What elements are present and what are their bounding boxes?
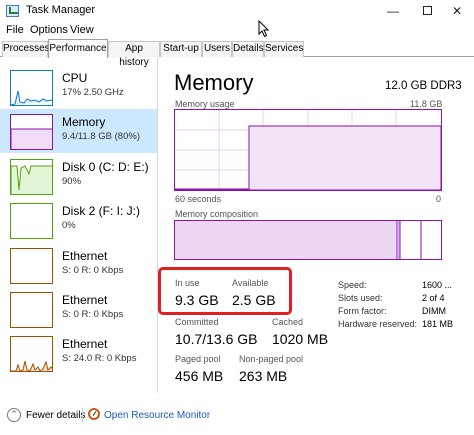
tab-users[interactable]: Users — [202, 41, 232, 57]
disk2-mini-graph — [10, 203, 53, 239]
tab-processes[interactable]: Processes — [2, 41, 50, 57]
memory-composition-label: Memory composition — [175, 209, 259, 219]
resource-sidebar: CPU 17% 2.50 GHz Memory 9.4/11.8 GB (80%… — [0, 58, 158, 393]
cached-label: Cached — [272, 317, 304, 327]
sidebar-item-memory[interactable]: Memory 9.4/11.8 GB (80%) — [0, 109, 157, 153]
sidebar-item-sub: S: 0 R: 0 Kbps — [62, 265, 124, 276]
tab-start-up[interactable]: Start-up — [160, 41, 202, 57]
memory-usage-label: Memory usage — [175, 99, 235, 109]
sidebar-item-sub: 9.4/11.8 GB (80%) — [62, 131, 140, 142]
committed-label: Committed — [175, 317, 219, 327]
non-paged-pool-label: Non-paged pool — [239, 354, 304, 364]
highlight-box — [158, 267, 292, 315]
task-manager-icon — [6, 5, 19, 17]
sidebar-item-label: CPU — [62, 71, 88, 85]
footer-divider — [82, 408, 83, 422]
time-axis-start: 60 seconds — [175, 194, 222, 204]
sidebar-item-label: Memory — [62, 115, 106, 129]
hardware-reserved-label: Hardware reserved: — [338, 319, 418, 329]
disk0-mini-graph — [10, 159, 53, 195]
menu-view[interactable]: View — [70, 24, 94, 36]
speed-label: Speed: — [338, 280, 367, 290]
memory-usage-max: 11.8 GB — [410, 99, 443, 109]
menu-options[interactable]: Options — [30, 24, 68, 36]
memory-composition-bar — [174, 220, 442, 260]
cpu-mini-graph — [10, 70, 53, 106]
menu-bar: File Options View — [0, 22, 474, 39]
page-title: Memory — [174, 70, 254, 95]
form-factor-label: Form factor: — [338, 306, 387, 316]
non-paged-pool-value: 263 MB — [239, 368, 288, 384]
slots-used-value: 2 of 4 — [422, 293, 445, 303]
sidebar-item-ethernet-1[interactable]: Ethernet S: 0 R: 0 Kbps — [0, 243, 157, 287]
ethernet3-mini-graph — [10, 336, 53, 372]
open-resource-monitor-link[interactable]: Open Resource Monitor — [104, 410, 210, 421]
maximize-icon — [422, 6, 432, 16]
memory-usage-graph — [174, 109, 442, 191]
memory-spec: 12.0 GB DDR3 — [385, 80, 462, 92]
speed-value: 1600 ... — [422, 280, 453, 290]
committed-value: 10.7/13.6 GB — [175, 331, 258, 347]
paged-pool-label: Paged pool — [175, 354, 221, 364]
memory-usage-chart — [175, 110, 441, 190]
paged-pool-value: 456 MB — [175, 368, 224, 384]
ethernet1-mini-graph — [10, 248, 53, 284]
sidebar-item-cpu[interactable]: CPU 17% 2.50 GHz — [0, 65, 157, 109]
sidebar-item-disk0[interactable]: Disk 0 (C: D: E:) 90% — [0, 154, 157, 198]
time-axis-end: 0 — [436, 194, 442, 204]
sidebar-item-sub: 90% — [62, 176, 82, 187]
tab-app-history[interactable]: App history — [108, 41, 160, 68]
sidebar-item-sub: 17% 2.50 GHz — [62, 87, 124, 98]
sidebar-item-label: Disk 0 (C: D: E:) — [62, 160, 149, 174]
sidebar-item-label: Ethernet — [62, 337, 108, 351]
memory-usage-area — [175, 125, 441, 190]
sidebar-item-label: Disk 2 (F: I: J:) — [62, 204, 140, 218]
tab-details[interactable]: Details — [232, 41, 264, 57]
sidebar-item-sub: 0% — [62, 220, 76, 231]
close-button[interactable]: ✕ — [440, 0, 474, 22]
slots-used-label: Slots used: — [338, 293, 383, 303]
footer: ⌃ Fewer details Open Resource Monitor — [0, 400, 474, 435]
window-title: Task Manager — [26, 4, 96, 16]
sidebar-item-sub: S: 0 R: 0 Kbps — [62, 309, 124, 320]
sidebar-item-ethernet-3[interactable]: Ethernet S: 24.0 R: 0 Kbps — [0, 331, 157, 375]
minimize-button[interactable]: — — [376, 0, 410, 22]
cached-value: 1020 MB — [272, 331, 329, 347]
ethernet2-mini-graph — [10, 292, 53, 328]
tab-strip: Processes Performance App history Start-… — [0, 39, 474, 68]
fewer-details-button[interactable]: Fewer details — [26, 410, 85, 421]
chevron-up-icon[interactable]: ⌃ — [7, 408, 21, 422]
sidebar-item-sub: S: 24.0 R: 0 Kbps — [62, 353, 137, 364]
hardware-reserved-value: 181 MB — [422, 319, 454, 329]
form-factor-value: DIMM — [422, 306, 446, 316]
memory-mini-graph — [10, 114, 53, 150]
title-bar: Task Manager — ✕ — [0, 0, 474, 22]
tab-performance[interactable]: Performance — [48, 39, 108, 58]
resource-monitor-icon — [88, 408, 100, 420]
sidebar-item-disk2[interactable]: Disk 2 (F: I: J:) 0% — [0, 198, 157, 242]
sidebar-item-ethernet-2[interactable]: Ethernet S: 0 R: 0 Kbps — [0, 287, 157, 331]
maximize-button[interactable] — [410, 0, 444, 22]
composition-in-use — [175, 221, 397, 259]
sidebar-item-label: Ethernet — [62, 293, 108, 307]
tab-services[interactable]: Services — [264, 41, 304, 57]
menu-file[interactable]: File — [6, 24, 24, 36]
sidebar-item-label: Ethernet — [62, 249, 108, 263]
